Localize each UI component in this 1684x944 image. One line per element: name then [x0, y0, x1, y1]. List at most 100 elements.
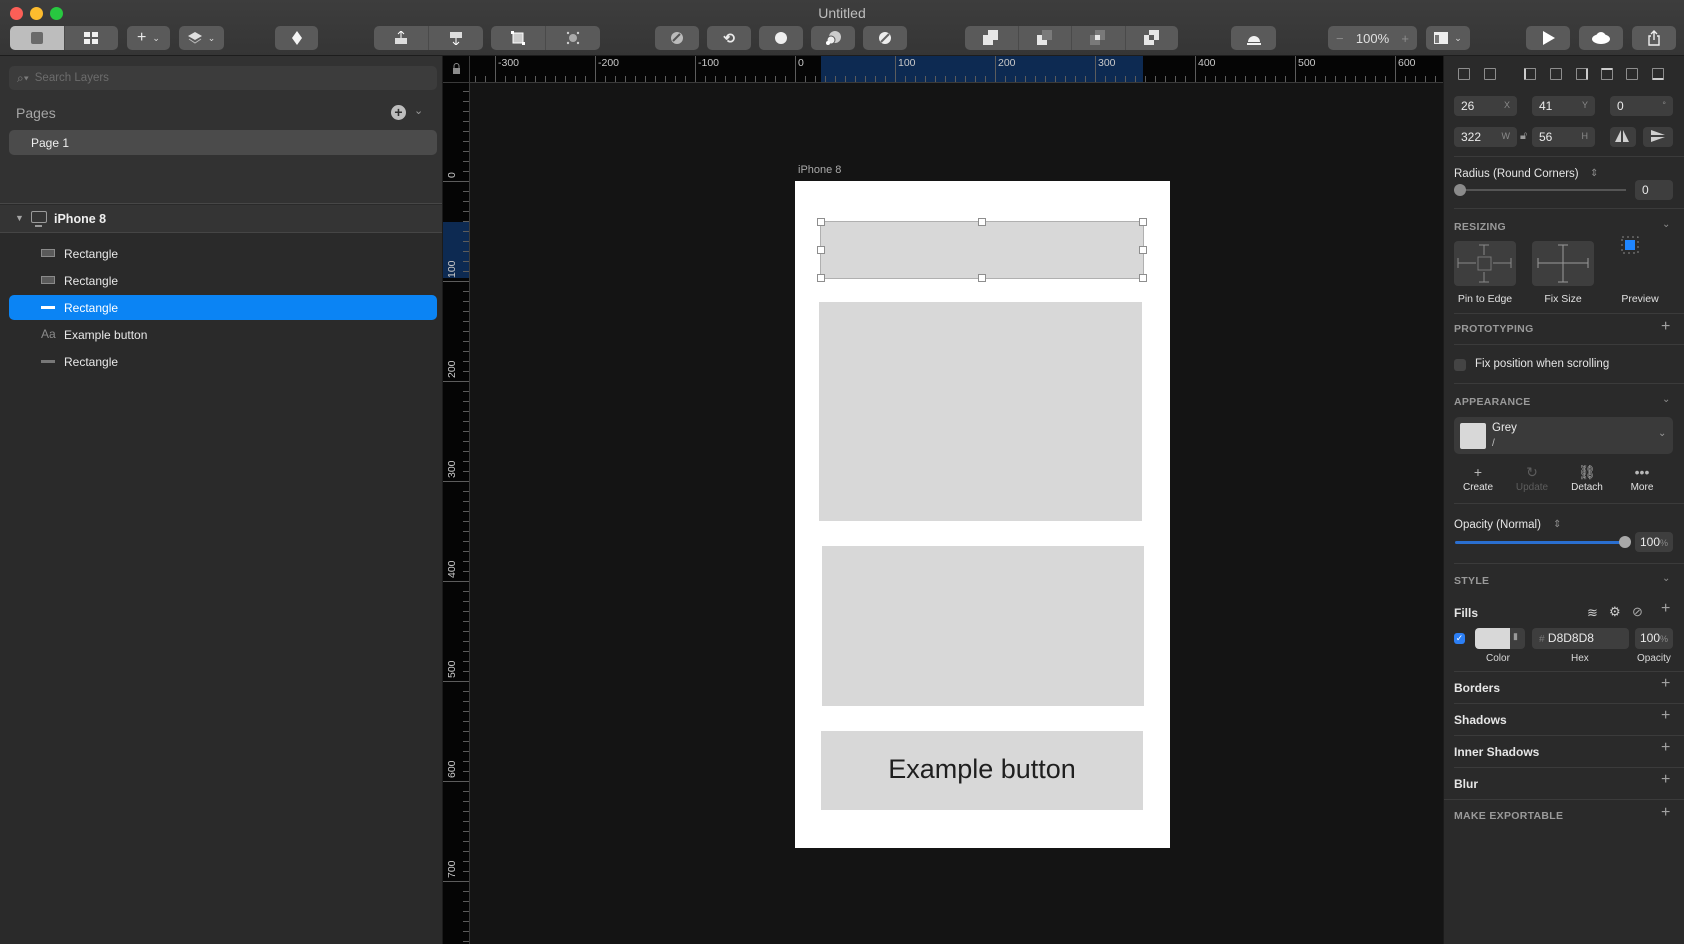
- fill-opacity-field[interactable]: 100%: [1635, 628, 1673, 649]
- width-field[interactable]: 322 W: [1454, 127, 1517, 147]
- layer-item[interactable]: Rectangle: [9, 349, 437, 374]
- layer-item-selected[interactable]: Rectangle: [9, 295, 437, 320]
- layer-item[interactable]: Rectangle: [9, 268, 437, 293]
- union-button[interactable]: [965, 26, 1019, 50]
- distribute-vertical-icon[interactable]: [1484, 68, 1496, 80]
- notifications-button[interactable]: [1231, 26, 1276, 50]
- align-center-horizontal-icon[interactable]: [1550, 68, 1562, 80]
- scale-button[interactable]: [811, 26, 855, 50]
- artboard-layer-iphone-8[interactable]: ▼ iPhone 8: [0, 205, 442, 233]
- align-right-icon[interactable]: [1576, 68, 1588, 80]
- resize-handle[interactable]: [817, 218, 825, 226]
- fill-settings-gear-icon[interactable]: ⚙: [1609, 604, 1621, 620]
- fill-hex-field[interactable]: # D8D8D8: [1532, 628, 1629, 649]
- zoom-level[interactable]: 100%: [1356, 31, 1389, 46]
- canvas-view-button[interactable]: [10, 26, 65, 50]
- vertical-ruler[interactable]: 0 100 200 300 400 500 600 700: [443, 83, 470, 944]
- make-exportable-button[interactable]: +: [1661, 804, 1670, 822]
- flip-horizontal-button[interactable]: [1610, 127, 1636, 147]
- shared-style-selector[interactable]: Grey / ⌄: [1454, 417, 1673, 454]
- radius-field[interactable]: 0: [1635, 180, 1673, 200]
- align-left-icon[interactable]: [1524, 68, 1536, 80]
- flip-vertical-button[interactable]: [1643, 127, 1673, 147]
- resize-handle[interactable]: [817, 274, 825, 282]
- ruler-lock[interactable]: [443, 56, 470, 83]
- resize-handle[interactable]: [978, 274, 986, 282]
- preview-button[interactable]: [1526, 26, 1570, 50]
- create-style-button[interactable]: + Create: [1453, 464, 1503, 493]
- ungroup-button[interactable]: [546, 26, 600, 50]
- add-blur-button[interactable]: +: [1661, 771, 1670, 789]
- align-top-icon[interactable]: [1601, 68, 1613, 80]
- more-style-button[interactable]: ••• More: [1617, 464, 1667, 493]
- radius-slider-thumb[interactable]: [1454, 184, 1466, 196]
- resize-handle[interactable]: [1139, 218, 1147, 226]
- grid-view-button[interactable]: [65, 26, 119, 50]
- artboard-title[interactable]: iPhone 8: [798, 164, 841, 176]
- rectangle-shape-selected[interactable]: [820, 221, 1144, 279]
- chevron-down-icon[interactable]: ⌄: [1662, 573, 1670, 584]
- layer-menu-button[interactable]: ⌄: [179, 26, 224, 50]
- add-inner-shadow-button[interactable]: +: [1661, 739, 1670, 757]
- radius-slider-track[interactable]: [1456, 189, 1626, 191]
- disclosure-triangle-icon[interactable]: ▼: [15, 213, 24, 223]
- opacity-slider-thumb[interactable]: [1619, 536, 1631, 548]
- fill-color-well[interactable]: ▮: [1475, 628, 1525, 649]
- create-symbol-button[interactable]: [275, 26, 318, 50]
- difference-button[interactable]: [1126, 26, 1179, 50]
- detach-style-button[interactable]: ⛓ Detach: [1562, 464, 1612, 493]
- add-prototyping-button[interactable]: +: [1661, 318, 1670, 336]
- chevron-down-icon[interactable]: ⌄: [1662, 219, 1670, 230]
- edit-button[interactable]: [655, 26, 699, 50]
- flatten-button[interactable]: [863, 26, 907, 50]
- cloud-button[interactable]: [1579, 26, 1623, 50]
- y-position-field[interactable]: 41 Y: [1532, 96, 1595, 116]
- search-layers-input[interactable]: ⌕▾ Search Layers: [9, 66, 437, 90]
- zoom-out-button[interactable]: −: [1336, 31, 1344, 46]
- add-fill-button[interactable]: +: [1661, 600, 1670, 618]
- layer-item[interactable]: Aa Example button: [9, 322, 437, 347]
- fix-position-checkbox[interactable]: [1454, 359, 1466, 371]
- tint-icon[interactable]: ⊘: [1632, 604, 1643, 620]
- send-backward-button[interactable]: [429, 26, 483, 50]
- export-button[interactable]: [1632, 26, 1676, 50]
- create-frame-button[interactable]: [491, 26, 546, 50]
- height-field[interactable]: 56 H: [1532, 127, 1595, 147]
- blend-mode-stepper-icon[interactable]: ⇕: [1553, 519, 1561, 530]
- pin-to-edge-control[interactable]: [1454, 241, 1516, 286]
- resize-handle[interactable]: [1139, 274, 1147, 282]
- opacity-field[interactable]: 100%: [1635, 532, 1673, 552]
- artboard-iphone-8[interactable]: Example button: [795, 181, 1170, 848]
- add-page-button[interactable]: +: [391, 105, 406, 120]
- collapse-pages-chevron-icon[interactable]: ⌄: [414, 104, 423, 117]
- resize-handle[interactable]: [1139, 246, 1147, 254]
- distribute-horizontal-icon[interactable]: [1458, 68, 1470, 80]
- fill-style-layers-icon[interactable]: ≋: [1587, 605, 1598, 621]
- resize-handle[interactable]: [978, 218, 986, 226]
- opacity-slider-track[interactable]: [1455, 541, 1627, 544]
- resize-handle[interactable]: [817, 246, 825, 254]
- page-item-page-1[interactable]: Page 1: [9, 130, 437, 155]
- button-background-rectangle[interactable]: Example button: [821, 731, 1143, 810]
- rectangle-shape[interactable]: [819, 302, 1142, 521]
- subtract-button[interactable]: [1019, 26, 1072, 50]
- chevron-down-icon[interactable]: ⌄: [1662, 394, 1670, 405]
- add-shadow-button[interactable]: +: [1661, 707, 1670, 725]
- view-menu-button[interactable]: ⌄: [1426, 26, 1470, 50]
- fix-size-control[interactable]: [1532, 241, 1594, 286]
- insert-button[interactable]: + ⌄: [127, 26, 170, 50]
- align-middle-icon[interactable]: [1626, 68, 1638, 80]
- rotate-button[interactable]: ⟲: [707, 26, 751, 50]
- lock-proportions-icon[interactable]: 🔓︎: [1520, 130, 1527, 143]
- radius-stepper-icon[interactable]: ⇕: [1590, 168, 1598, 179]
- add-border-button[interactable]: +: [1661, 675, 1670, 693]
- horizontal-ruler[interactable]: -300 -200 -100 0 100 200 300 400 500 600: [443, 56, 1443, 83]
- align-bottom-icon[interactable]: [1652, 68, 1664, 80]
- zoom-in-button[interactable]: +: [1401, 31, 1409, 46]
- x-position-field[interactable]: 26 X: [1454, 96, 1517, 116]
- fill-enabled-checkbox[interactable]: ✓: [1454, 633, 1465, 644]
- mask-button[interactable]: [759, 26, 803, 50]
- bring-forward-button[interactable]: [374, 26, 429, 50]
- rotation-field[interactable]: 0 °: [1610, 96, 1673, 116]
- layer-item[interactable]: Rectangle: [9, 241, 437, 266]
